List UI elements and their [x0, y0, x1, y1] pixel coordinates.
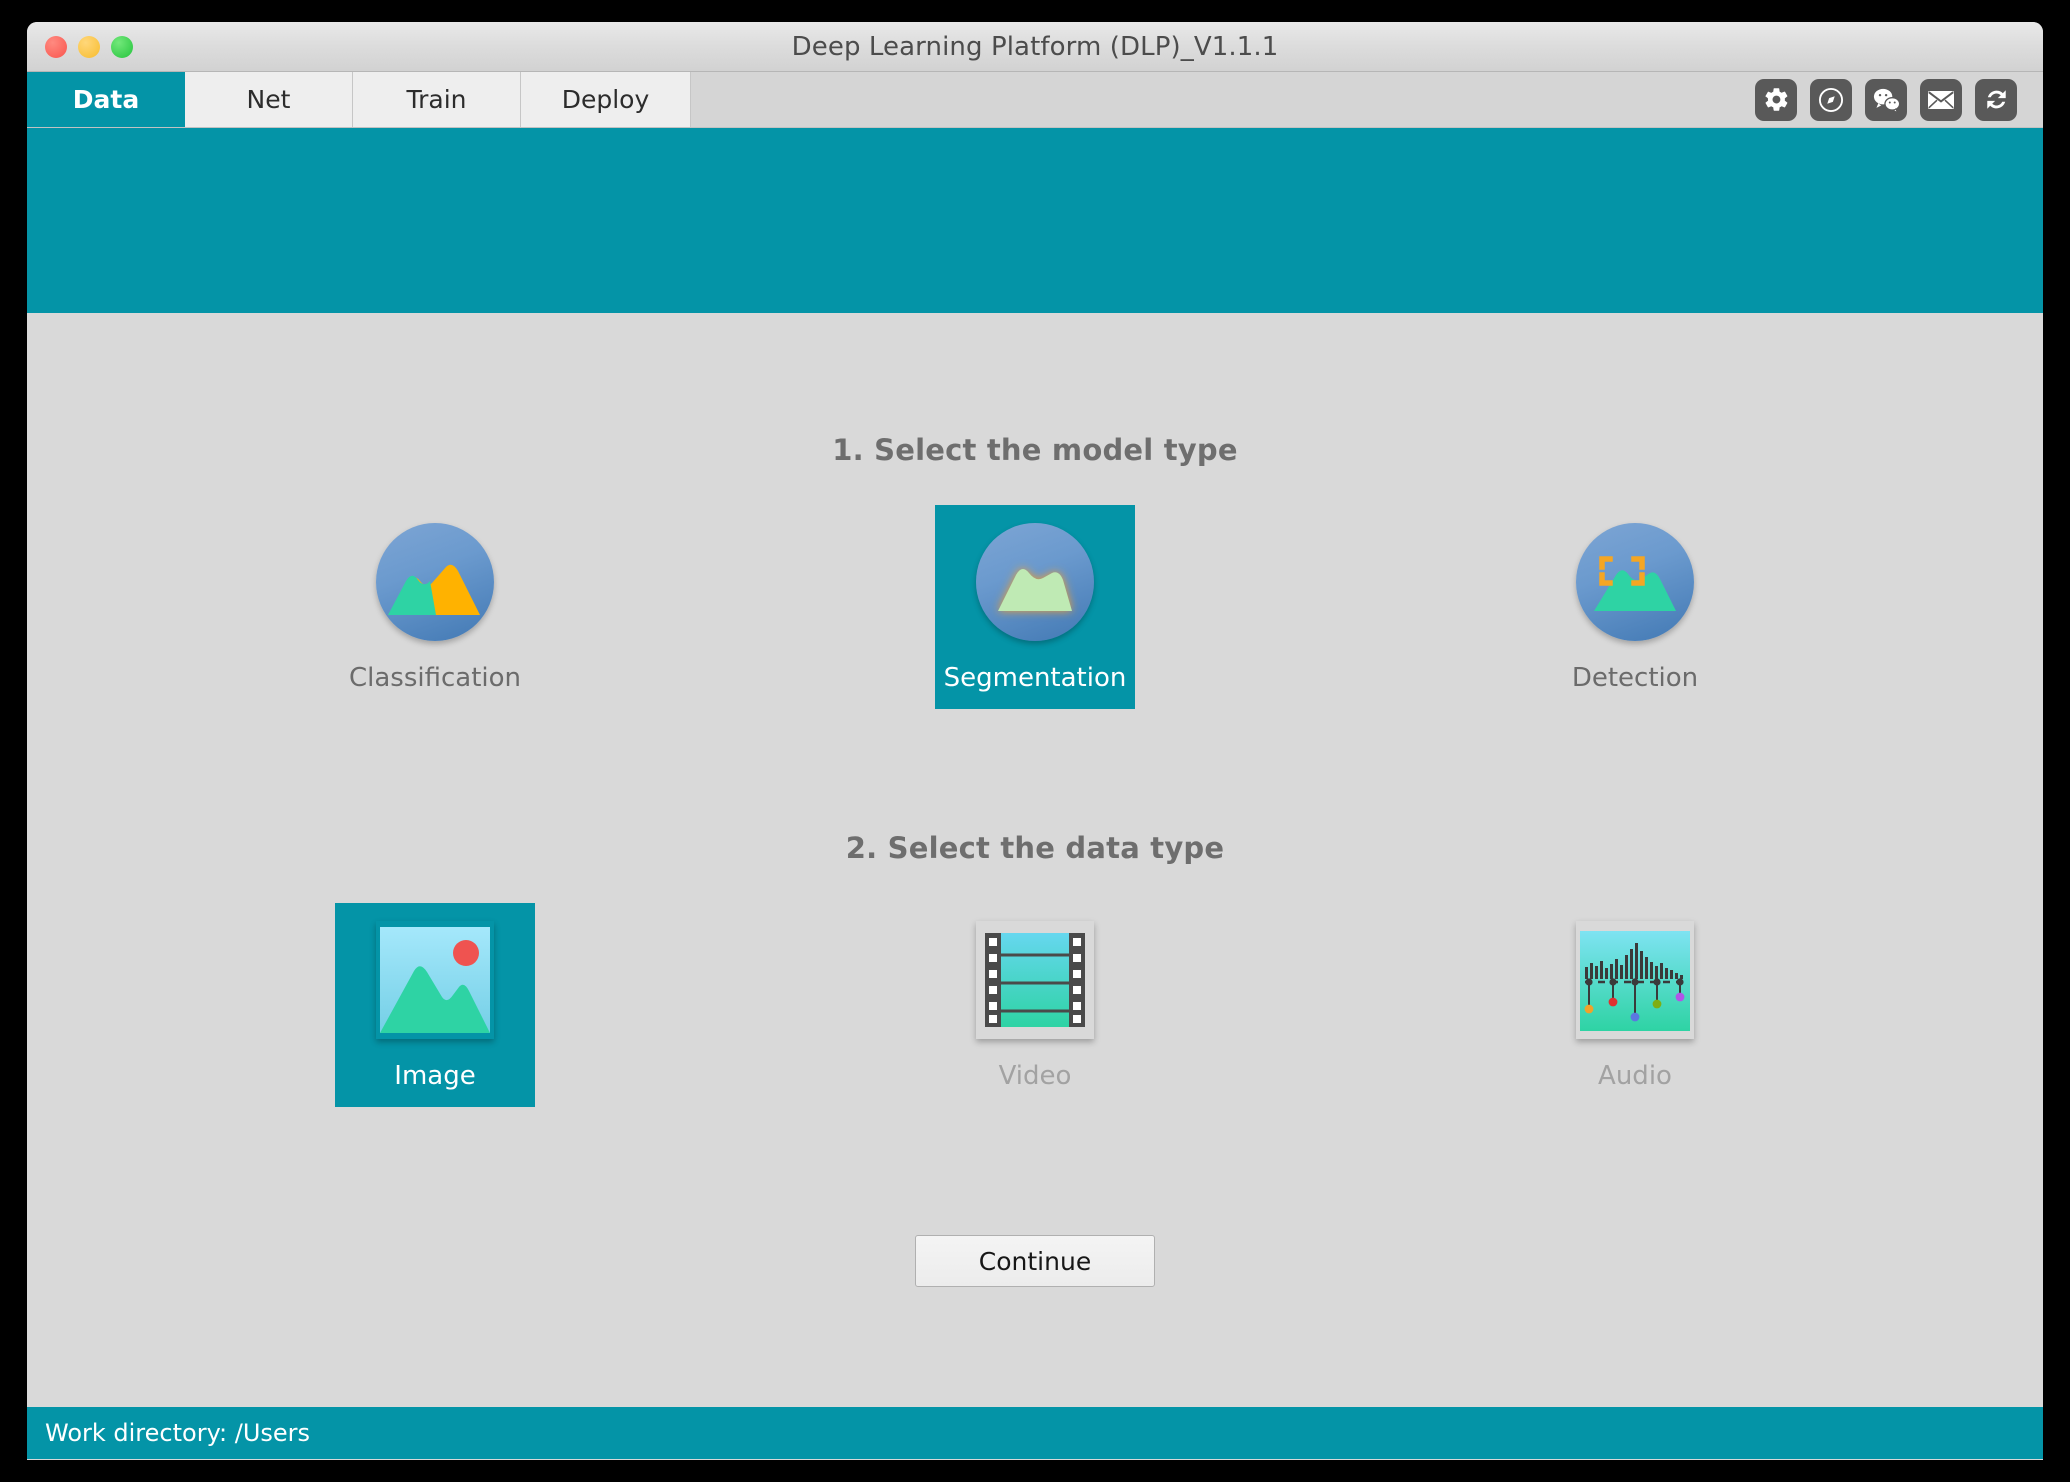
tab-train[interactable]: Train	[353, 72, 521, 127]
model-option-classification-label: Classification	[349, 663, 521, 693]
application-window: Deep Learning Platform (DLP)_V1.1.1 Data…	[27, 22, 2043, 1460]
data-option-audio[interactable]: Audio	[1535, 903, 1735, 1107]
wechat-icon[interactable]	[1865, 79, 1907, 121]
tab-deploy[interactable]: Deploy	[521, 72, 691, 127]
main-content: 1. Select the model type Classific	[27, 313, 2043, 1407]
tab-deploy-label: Deploy	[562, 85, 650, 114]
tab-bar-spacer	[691, 72, 1755, 127]
data-option-image[interactable]: Image	[335, 903, 535, 1107]
data-option-video[interactable]: Video	[935, 903, 1135, 1107]
tab-net[interactable]: Net	[185, 72, 353, 127]
model-type-options: Classification	[27, 505, 2043, 709]
audio-icon	[1576, 921, 1694, 1039]
continue-button-row: Continue	[27, 1235, 2043, 1287]
continue-button[interactable]: Continue	[915, 1235, 1155, 1287]
tab-data[interactable]: Data	[27, 72, 185, 127]
model-type-section-title: 1. Select the model type	[27, 313, 2043, 467]
tab-net-label: Net	[247, 85, 291, 114]
work-directory-label: Work directory: /Users	[45, 1419, 310, 1447]
status-bar: Work directory: /Users	[27, 1407, 2043, 1459]
segmentation-icon	[976, 523, 1094, 641]
compass-icon[interactable]	[1810, 79, 1852, 121]
close-button[interactable]	[45, 36, 67, 58]
detection-icon	[1576, 523, 1694, 641]
image-icon	[376, 921, 494, 1039]
data-type-options: Image	[27, 903, 2043, 1107]
tab-data-label: Data	[73, 85, 139, 114]
model-option-detection-label: Detection	[1572, 663, 1698, 693]
gear-icon[interactable]	[1755, 79, 1797, 121]
traffic-lights	[45, 36, 133, 58]
window-title: Deep Learning Platform (DLP)_V1.1.1	[27, 32, 2043, 62]
data-option-image-label: Image	[394, 1061, 475, 1091]
model-option-segmentation-label: Segmentation	[944, 663, 1127, 693]
hero-banner	[27, 128, 2043, 313]
video-icon	[976, 921, 1094, 1039]
model-option-classification[interactable]: Classification	[335, 505, 535, 709]
tab-train-label: Train	[407, 85, 467, 114]
data-type-section-title: 2. Select the data type	[27, 709, 2043, 865]
refresh-icon[interactable]	[1975, 79, 2017, 121]
title-bar: Deep Learning Platform (DLP)_V1.1.1	[27, 22, 2043, 72]
classification-icon	[376, 523, 494, 641]
data-option-audio-label: Audio	[1598, 1061, 1672, 1091]
model-option-detection[interactable]: Detection	[1535, 505, 1735, 709]
minimize-button[interactable]	[78, 36, 100, 58]
model-option-segmentation[interactable]: Segmentation	[935, 505, 1135, 709]
zoom-button[interactable]	[111, 36, 133, 58]
envelope-icon[interactable]	[1920, 79, 1962, 121]
tab-bar: Data Net Train Deploy	[27, 72, 2043, 128]
data-option-video-label: Video	[999, 1061, 1072, 1091]
toolbar-icon-group	[1755, 72, 2043, 127]
